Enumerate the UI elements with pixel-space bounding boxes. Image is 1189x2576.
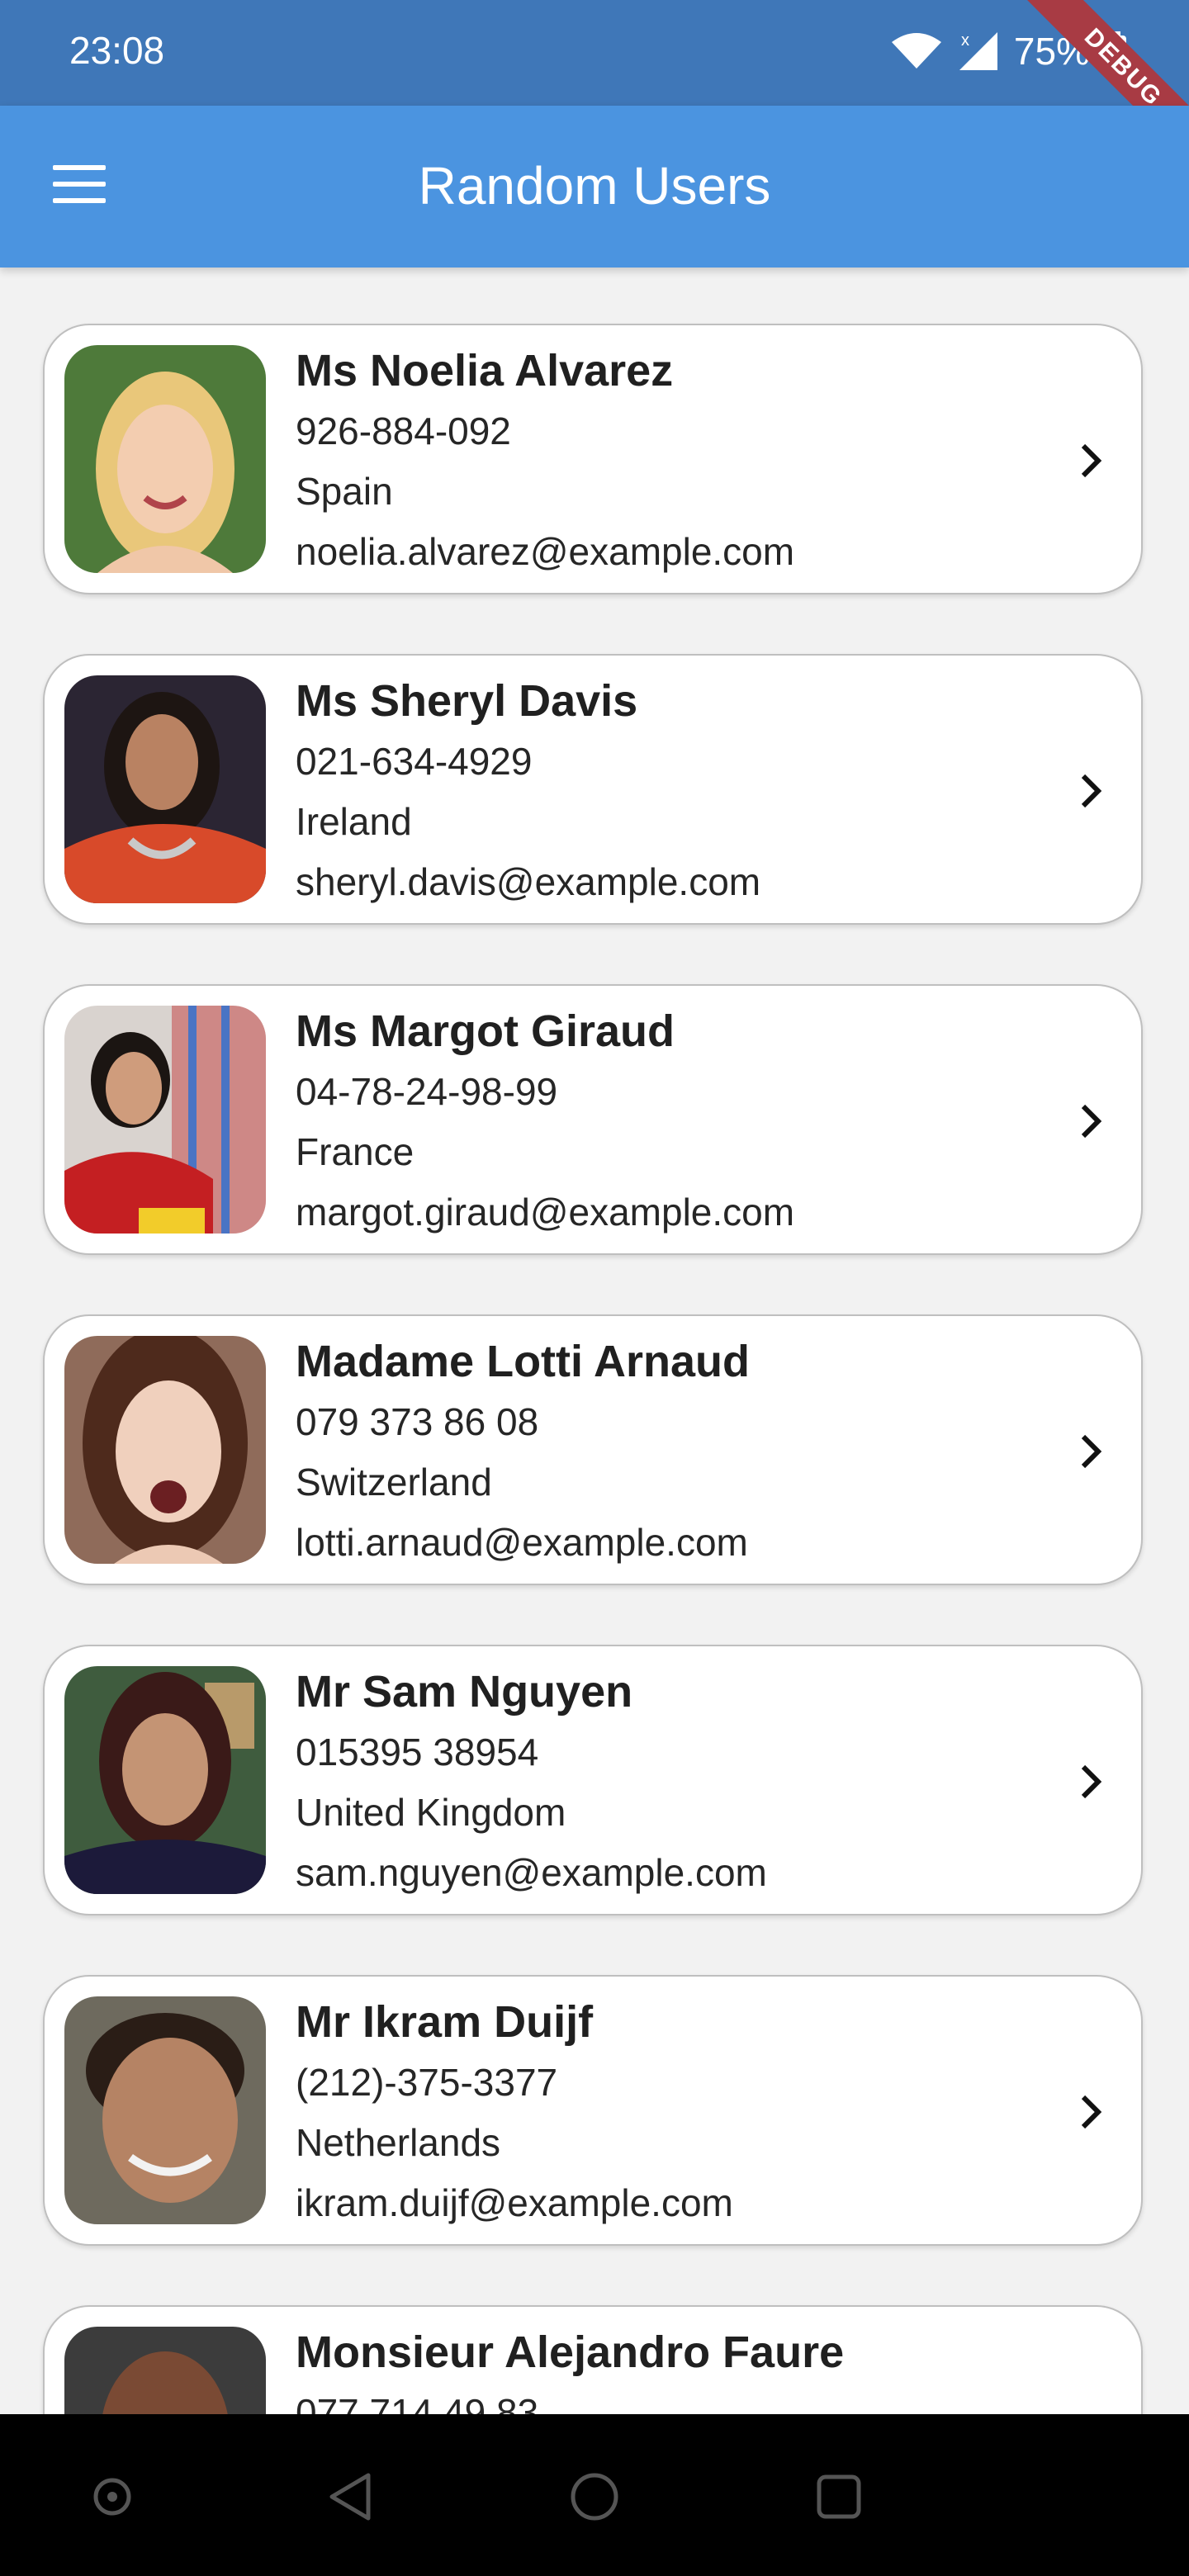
user-country: France	[296, 1130, 414, 1173]
user-info: Mr Ikram Duijf (212)-375-3377 Netherland…	[296, 1991, 733, 2233]
user-email: sheryl.davis@example.com	[296, 860, 761, 903]
avatar	[64, 1666, 266, 1894]
avatar	[64, 1006, 266, 1234]
user-info: Madame Lotti Arnaud 079 373 86 08 Switze…	[296, 1331, 750, 1573]
user-name: Mr Sam Nguyen	[296, 1667, 633, 1717]
cell-signal-icon: x	[959, 31, 997, 70]
user-name: Ms Margot Giraud	[296, 1006, 675, 1056]
assistant-icon[interactable]	[79, 2464, 145, 2530]
back-icon[interactable]	[319, 2464, 385, 2530]
user-info: Ms Sheryl Davis 021-634-4929 Ireland she…	[296, 670, 760, 912]
user-name: Mr Ikram Duijf	[296, 1997, 594, 2047]
signal-badge: x	[961, 31, 969, 50]
chevron-right-icon[interactable]	[1075, 2092, 1108, 2132]
chevron-right-icon[interactable]	[1075, 1101, 1108, 1141]
user-info: Ms Margot Giraud 04-78-24-98-99 France m…	[296, 1001, 794, 1243]
user-name: Monsieur Alejandro Faure	[296, 2327, 845, 2377]
home-icon[interactable]	[561, 2464, 628, 2530]
status-bar: 23:08 x 75% DEBUG	[0, 0, 1189, 170]
wifi-icon	[891, 33, 941, 69]
avatar	[64, 675, 266, 903]
user-card[interactable]: Madame Lotti Arnaud 079 373 86 08 Switze…	[43, 1314, 1143, 1585]
user-phone: 079 373 86 08	[296, 1400, 539, 1443]
app-bar: Random Users	[0, 106, 1189, 268]
user-country: United Kingdom	[296, 1791, 566, 1834]
user-phone: (212)-375-3377	[296, 2061, 558, 2104]
chevron-right-icon[interactable]	[1075, 771, 1108, 811]
user-phone: 021-634-4929	[296, 740, 533, 783]
chevron-right-icon[interactable]	[1075, 1762, 1108, 1802]
system-nav-bar	[0, 2414, 1189, 2576]
user-phone: 077 714 49 83	[296, 2391, 539, 2414]
user-info: Monsieur Alejandro Faure 077 714 49 83	[296, 2322, 844, 2414]
user-phone: 04-78-24-98-99	[296, 1070, 558, 1113]
user-name: Ms Sheryl Davis	[296, 676, 638, 726]
user-email: sam.nguyen@example.com	[296, 1851, 767, 1894]
user-card[interactable]: Ms Noelia Alvarez 926-884-092 Spain noel…	[43, 324, 1143, 594]
user-email: lotti.arnaud@example.com	[296, 1521, 748, 1564]
avatar	[64, 1336, 266, 1564]
page-title: Random Users	[418, 156, 771, 215]
user-country: Spain	[296, 470, 393, 513]
user-card[interactable]: Ms Margot Giraud 04-78-24-98-99 France m…	[43, 984, 1143, 1255]
user-info: Ms Noelia Alvarez 926-884-092 Spain noel…	[296, 340, 794, 582]
user-info: Mr Sam Nguyen 015395 38954 United Kingdo…	[296, 1661, 767, 1903]
user-name: Madame Lotti Arnaud	[296, 1337, 751, 1386]
avatar	[64, 1996, 266, 2224]
recents-icon[interactable]	[806, 2464, 872, 2530]
user-country: Ireland	[296, 800, 412, 843]
user-phone: 015395 38954	[296, 1731, 539, 1773]
status-time: 23:08	[69, 29, 165, 72]
user-card[interactable]: Monsieur Alejandro Faure 077 714 49 83	[43, 2305, 1143, 2414]
user-country: Netherlands	[296, 2121, 501, 2164]
user-phone: 926-884-092	[296, 410, 511, 452]
avatar	[64, 345, 266, 573]
user-email: ikram.duijf@example.com	[296, 2181, 733, 2224]
user-email: noelia.alvarez@example.com	[296, 530, 795, 573]
user-country: Switzerland	[296, 1461, 492, 1503]
user-card[interactable]: Mr Sam Nguyen 015395 38954 United Kingdo…	[43, 1645, 1143, 1915]
user-email: margot.giraud@example.com	[296, 1191, 795, 1234]
avatar	[64, 2327, 266, 2414]
chevron-right-icon[interactable]	[1075, 441, 1108, 481]
user-list[interactable]: Ms Noelia Alvarez 926-884-092 Spain noel…	[0, 268, 1189, 2414]
user-card[interactable]: Mr Ikram Duijf (212)-375-3377 Netherland…	[43, 1975, 1143, 2246]
user-name: Ms Noelia Alvarez	[296, 346, 674, 395]
chevron-right-icon[interactable]	[1075, 1432, 1108, 1471]
user-card[interactable]: Ms Sheryl Davis 021-634-4929 Ireland she…	[43, 654, 1143, 925]
